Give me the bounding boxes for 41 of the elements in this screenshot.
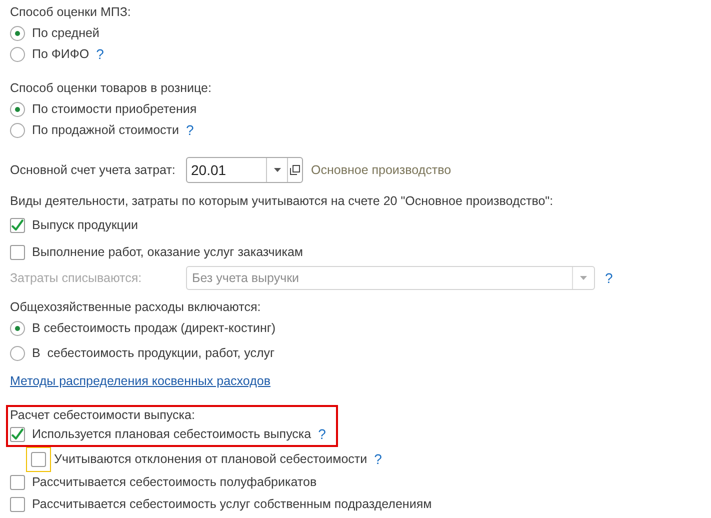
checkbox-label[interactable]: Выполнение работ, оказание услуг заказчикам <box>32 243 304 262</box>
field-value: Без учета выручки <box>191 270 300 287</box>
help-link[interactable]: ? <box>186 120 194 141</box>
radio-button[interactable] <box>10 47 25 62</box>
section-title: Способ оценки товаров в рознице: <box>10 80 212 97</box>
section-title: Расчет себестоимости выпуска: <box>10 407 195 424</box>
checked-checkbox[interactable] <box>10 218 25 233</box>
checkbox-label[interactable]: Выпуск продукции <box>32 216 138 235</box>
open-icon[interactable] <box>287 158 302 182</box>
account-combobox[interactable]: 20.01 <box>186 157 303 183</box>
help-link[interactable]: ? <box>96 44 104 65</box>
radio-button[interactable] <box>10 346 25 360</box>
help-link[interactable]: ? <box>374 449 382 470</box>
radio-button[interactable] <box>10 102 25 117</box>
checked-checkbox[interactable] <box>10 427 25 442</box>
option-label[interactable]: В себестоимость продукции, работ, услуг <box>32 344 275 362</box>
checkbox-label[interactable]: Рассчитывается себестоимость полуфабрикатов <box>32 472 317 492</box>
option-label[interactable]: По средней <box>32 24 100 43</box>
field-value: 20.01 <box>190 160 228 180</box>
help-link[interactable]: ? <box>318 424 326 445</box>
option-label[interactable]: В себестоимость продаж (директ-костинг) <box>32 318 276 338</box>
option-label[interactable]: По ФИФО <box>32 45 90 64</box>
field-label: Основной счет учета затрат: <box>10 162 176 179</box>
checkbox[interactable] <box>31 452 46 467</box>
section-title: Виды деятельности, затраты по которым учитываются на счете 20 "Основное производство": <box>10 192 554 210</box>
radio-button[interactable] <box>10 320 25 336</box>
checkbox-label[interactable]: Учитываются отклонения от плановой себестоимости <box>54 450 368 469</box>
checkbox-label[interactable]: Рассчитывается себестоимость услуг собственным подразделениям <box>32 494 432 514</box>
checkbox[interactable] <box>10 496 25 512</box>
settings-link[interactable]: Методы распределения косвенных расходов <box>10 372 270 390</box>
radio-button[interactable] <box>10 26 25 41</box>
account-description: Основное производство <box>311 162 452 179</box>
radio-button[interactable] <box>10 123 25 138</box>
section-title: Общехозяйственные расходы включаются: <box>10 298 261 316</box>
option-label[interactable]: По продажной стоимости <box>32 121 179 140</box>
checkbox[interactable] <box>10 245 25 260</box>
checkbox-label[interactable]: Используется плановая себестоимость выпуска <box>32 425 312 444</box>
field-label: Затраты списываются: <box>10 270 143 287</box>
option-label[interactable]: По стоимости приобретения <box>32 100 197 119</box>
section-title: Способ оценки МПЗ: <box>10 4 131 21</box>
checkbox[interactable] <box>10 474 25 490</box>
